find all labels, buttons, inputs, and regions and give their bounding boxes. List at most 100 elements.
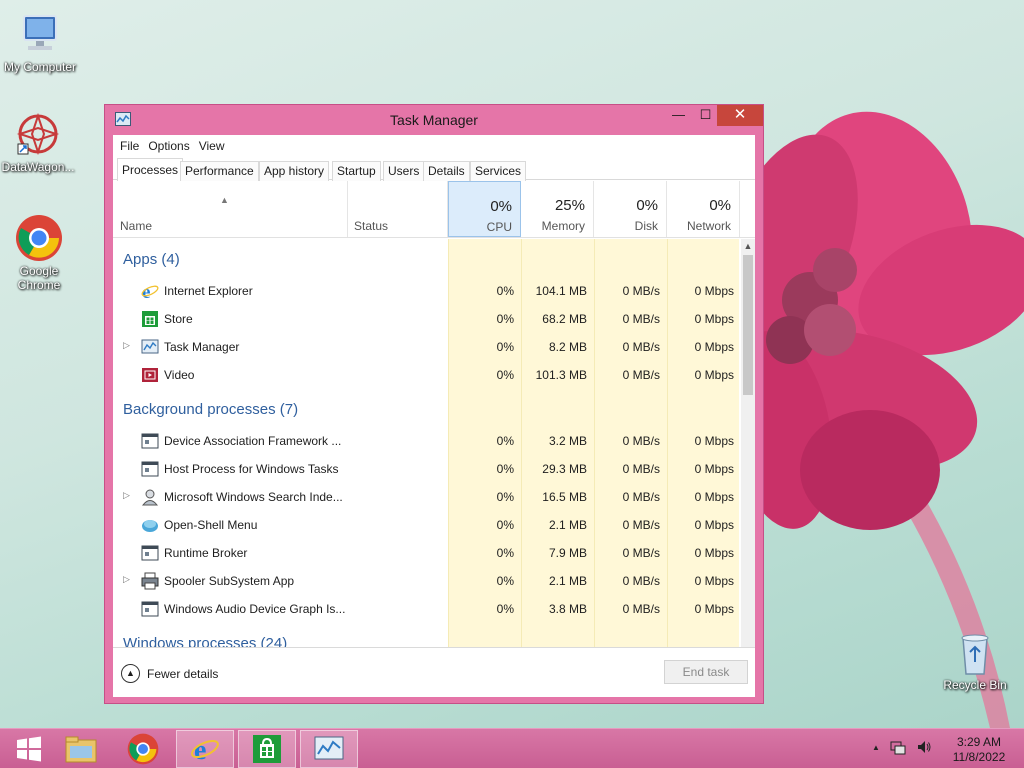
column-network[interactable]: 0% Network (667, 181, 740, 237)
tab-performance[interactable]: Performance (180, 161, 259, 181)
close-button[interactable]: ✕ (717, 105, 763, 126)
chrome-icon (15, 214, 63, 262)
computer-icon (16, 10, 64, 58)
end-task-button[interactable]: End task (664, 660, 748, 684)
process-cpu: 0% (496, 312, 514, 326)
process-disk: 0 MB/s (622, 462, 660, 476)
process-memory: 2.1 MB (548, 574, 587, 588)
process-name: Microsoft Windows Search Inde... (164, 490, 343, 504)
column-cpu[interactable]: 0% CPU (448, 181, 521, 237)
expand-chevron-icon[interactable]: ▷ (123, 574, 130, 585)
desktop-icon-datawagon[interactable]: DataWagon... (0, 110, 78, 174)
process-disk: 0 MB/s (622, 546, 660, 560)
scroll-thumb[interactable] (743, 255, 753, 395)
menu-options[interactable]: Options (148, 139, 196, 153)
desktop-icon-my-computer[interactable]: My Computer (0, 10, 80, 74)
process-network: 0 Mbps (694, 546, 734, 560)
process-memory: 3.8 MB (548, 602, 587, 616)
process-memory: 104.1 MB (535, 284, 587, 298)
group-header-apps[interactable]: Apps (4) (123, 251, 180, 268)
taskbar-store[interactable] (238, 730, 296, 768)
taskbar-internet-explorer[interactable]: e (176, 730, 234, 768)
taskbar-file-explorer[interactable] (52, 730, 110, 768)
service-icon (141, 544, 159, 562)
memory-label: Memory (541, 219, 585, 233)
shell-icon (141, 516, 159, 534)
process-row[interactable]: ▷ Spooler SubSystem App 0% 2.1 MB 0 MB/s 0 Mb… (113, 567, 739, 595)
video-icon (141, 366, 159, 384)
process-row[interactable]: Runtime Broker 0% 7.9 MB 0 MB/s 0 Mbps (113, 539, 739, 567)
tab-startup[interactable]: Startup (332, 161, 381, 181)
tray-overflow-icon[interactable]: ▲ (872, 739, 880, 755)
expand-chevron-icon[interactable]: ▷ (123, 340, 130, 351)
title-bar[interactable]: Task Manager — ☐ ✕ (105, 105, 763, 133)
process-name: Windows Audio Device Graph Is... (164, 602, 346, 616)
process-name: Device Association Framework ... (164, 434, 342, 448)
column-memory[interactable]: 25% Memory (521, 181, 594, 237)
ie-icon: e (191, 735, 219, 764)
column-name-label: Name (120, 219, 153, 233)
maximize-button[interactable]: ☐ (692, 105, 719, 126)
taskbar-chrome[interactable] (114, 730, 172, 768)
volume-icon[interactable] (916, 739, 932, 755)
process-row[interactable]: Store 0% 68.2 MB 0 MB/s 0 Mbps (113, 305, 739, 333)
clock[interactable]: 3:29 AM 11/8/2022 (944, 735, 1014, 765)
cpu-total: 0% (490, 198, 512, 215)
process-cpu: 0% (496, 602, 514, 616)
expand-chevron-icon[interactable]: ▷ (123, 490, 130, 501)
network-icon[interactable] (890, 739, 906, 755)
vertical-scrollbar[interactable]: ▲ ▼ (741, 239, 755, 679)
task-manager-window: Task Manager — ☐ ✕ File Options View Pro… (104, 104, 764, 704)
svg-text:e: e (194, 735, 206, 764)
process-row[interactable]: Open-Shell Menu 0% 2.1 MB 0 MB/s 0 Mbps (113, 511, 739, 539)
scroll-up-icon[interactable]: ▲ (741, 239, 755, 253)
process-memory: 3.2 MB (548, 434, 587, 448)
process-row[interactable]: e Internet Explorer 0% 104.1 MB 0 MB/s 0 Mbps (113, 277, 739, 305)
folder-icon (65, 736, 97, 763)
windows-logo-icon (17, 736, 41, 762)
process-cpu: 0% (496, 368, 514, 382)
column-name[interactable]: ▲ Name (113, 181, 348, 237)
minimize-button[interactable]: — (665, 105, 692, 126)
column-disk[interactable]: 0% Disk (594, 181, 667, 237)
service-icon (141, 460, 159, 478)
process-row[interactable]: Video 0% 101.3 MB 0 MB/s 0 Mbps (113, 361, 739, 389)
process-network: 0 Mbps (694, 312, 734, 326)
tab-users[interactable]: Users (383, 161, 425, 181)
desktop-icon-google-chrome[interactable]: Google Chrome (0, 214, 79, 292)
process-disk: 0 MB/s (622, 574, 660, 588)
process-network: 0 Mbps (694, 340, 734, 354)
process-cpu: 0% (496, 546, 514, 560)
process-row[interactable]: ▷ Task Manager 0% 8.2 MB 0 MB/s 0 Mbps (113, 333, 739, 361)
group-header-background[interactable]: Background processes (7) (123, 401, 298, 418)
menu-view[interactable]: View (199, 139, 232, 153)
tab-details[interactable]: Details (423, 161, 470, 181)
menu-file[interactable]: File (120, 139, 146, 153)
process-cpu: 0% (496, 340, 514, 354)
process-memory: 29.3 MB (542, 462, 587, 476)
datawagon-icon (14, 110, 62, 158)
process-row[interactable]: ▷ Microsoft Windows Search Inde... 0% 16.5 … (113, 483, 739, 511)
menu-bar: File Options View (113, 135, 755, 157)
chevron-up-icon: ▲ (121, 664, 140, 683)
column-status[interactable]: Status (348, 181, 448, 237)
taskbar-task-manager[interactable] (300, 730, 358, 768)
process-network: 0 Mbps (694, 574, 734, 588)
desktop-icon-recycle-bin[interactable]: Recycle Bin (935, 630, 1015, 692)
tab-app-history[interactable]: App history (259, 161, 330, 181)
process-network: 0 Mbps (694, 518, 734, 532)
group-header-windows[interactable]: Windows processes (24) (123, 635, 287, 647)
process-memory: 101.3 MB (535, 368, 587, 382)
fewer-details-button[interactable]: ▲ Fewer details (121, 664, 218, 683)
process-row[interactable]: Windows Audio Device Graph Is... 0% 3.8 MB… (113, 595, 739, 623)
network-label: Network (686, 219, 731, 233)
process-row[interactable]: Host Process for Windows Tasks 0% 29.3 MB 0… (113, 455, 739, 483)
process-name: Host Process for Windows Tasks (164, 462, 339, 476)
desktop-icon-label: Recycle Bin (943, 678, 1007, 692)
start-button[interactable] (0, 730, 58, 768)
tab-processes[interactable]: Processes (117, 158, 184, 181)
process-list: Apps (4) e Internet Explorer 0% 104.1 MB 0 M… (113, 239, 739, 647)
process-memory: 16.5 MB (542, 490, 587, 504)
process-row[interactable]: Device Association Framework ... 0% 3.2 MB… (113, 427, 739, 455)
tab-services[interactable]: Services (470, 161, 527, 181)
